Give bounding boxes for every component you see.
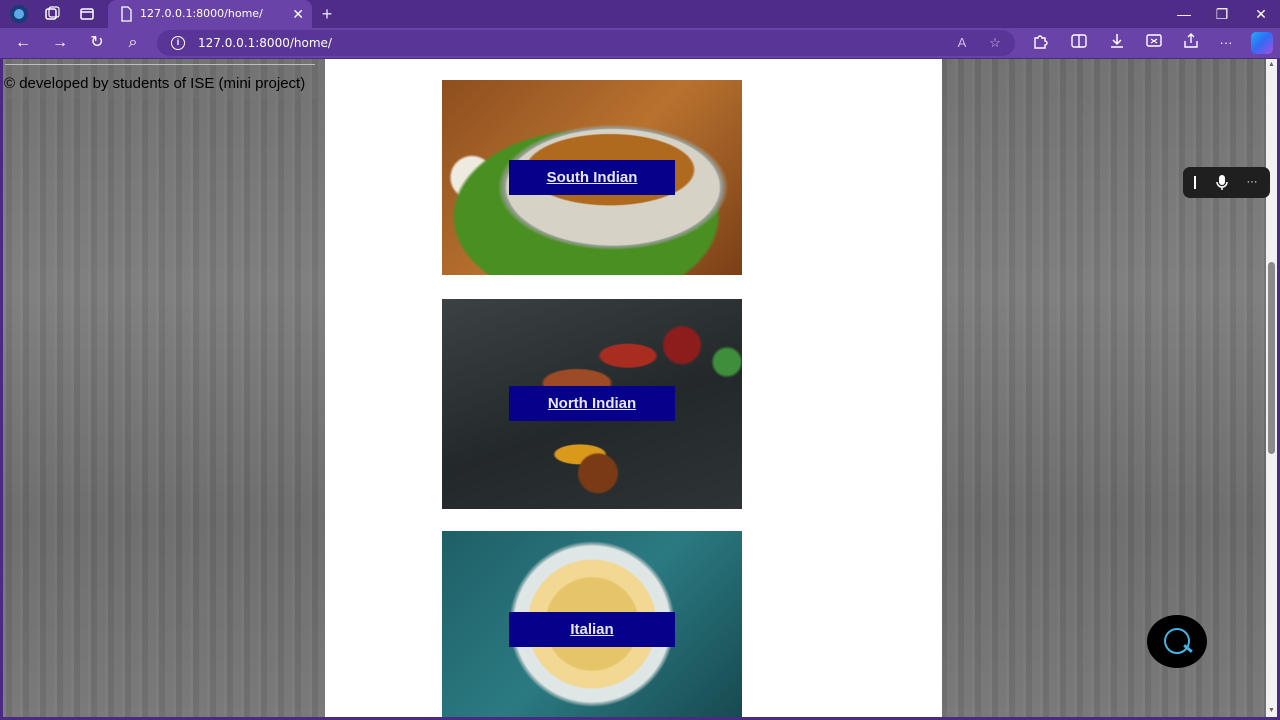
tab-actions-icon[interactable]: [77, 4, 97, 24]
minimize-button[interactable]: —: [1171, 3, 1197, 25]
close-window-button[interactable]: ✕: [1248, 3, 1274, 25]
address-bar[interactable]: i 127.0.0.1:8000/home/ A ☆: [157, 30, 1015, 56]
voice-access-toolbar: ···: [1183, 167, 1270, 198]
cuisine-card-south-indian[interactable]: South Indian: [442, 80, 742, 275]
favorite-star-icon[interactable]: ☆: [985, 33, 1005, 53]
back-button[interactable]: ←: [12, 32, 34, 54]
main-content: South Indian North Indian Italian: [325, 59, 942, 717]
profile-icon[interactable]: [9, 4, 29, 24]
voice-more-icon[interactable]: ···: [1242, 172, 1262, 193]
screenshot-icon[interactable]: [1143, 32, 1165, 54]
chat-bot-button[interactable]: [1147, 615, 1207, 668]
workspaces-icon[interactable]: [42, 4, 62, 24]
search-icon[interactable]: ⌕: [122, 32, 144, 54]
site-info-icon[interactable]: i: [171, 36, 185, 50]
footer: © developed by students of ISE (mini pro…: [3, 59, 325, 99]
browser-toolbar: ← → ↻ ⌕ i 127.0.0.1:8000/home/ A ☆ ···: [0, 28, 1280, 58]
scroll-down-arrow-icon[interactable]: ▼: [1266, 705, 1277, 717]
copilot-icon[interactable]: [1251, 32, 1273, 54]
footer-text: © developed by students of ISE (mini pro…: [4, 75, 306, 92]
more-options-icon[interactable]: ···: [1215, 32, 1237, 54]
restore-button[interactable]: ❐: [1209, 3, 1235, 25]
scroll-up-arrow-icon[interactable]: ▲: [1266, 59, 1277, 71]
page-viewport: © developed by students of ISE (mini pro…: [3, 59, 1266, 717]
extensions-icon[interactable]: [1029, 32, 1051, 54]
url-text[interactable]: 127.0.0.1:8000/home/: [198, 36, 332, 50]
tab-close-icon[interactable]: ✕: [292, 4, 304, 24]
vertical-scrollbar[interactable]: ▲ ▼: [1266, 59, 1277, 717]
italian-link[interactable]: Italian: [509, 612, 675, 647]
scrollbar-thumb[interactable]: [1268, 262, 1275, 454]
new-tab-button[interactable]: +: [317, 4, 337, 24]
microphone-icon[interactable]: [1212, 172, 1232, 193]
refresh-button[interactable]: ↻: [86, 32, 108, 54]
south-indian-link[interactable]: South Indian: [509, 160, 675, 195]
downloads-icon[interactable]: [1106, 32, 1128, 54]
footer-divider: [5, 64, 315, 65]
active-tab[interactable]: 127.0.0.1:8000/home/ ✕: [108, 0, 312, 28]
tab-title: 127.0.0.1:8000/home/: [140, 7, 263, 20]
share-icon[interactable]: [1180, 32, 1202, 54]
drag-handle-icon[interactable]: [1185, 172, 1205, 193]
cuisine-card-italian[interactable]: Italian: [442, 531, 742, 717]
north-indian-link[interactable]: North Indian: [509, 386, 675, 421]
chat-icon: [1164, 628, 1190, 654]
read-aloud-icon[interactable]: A: [952, 33, 972, 53]
cuisine-card-north-indian[interactable]: North Indian: [442, 299, 742, 509]
split-screen-icon[interactable]: [1068, 32, 1090, 54]
forward-button[interactable]: →: [49, 32, 71, 54]
page-icon: [116, 4, 136, 24]
browser-titlebar: 127.0.0.1:8000/home/ ✕ + — ❐ ✕: [0, 0, 1280, 28]
